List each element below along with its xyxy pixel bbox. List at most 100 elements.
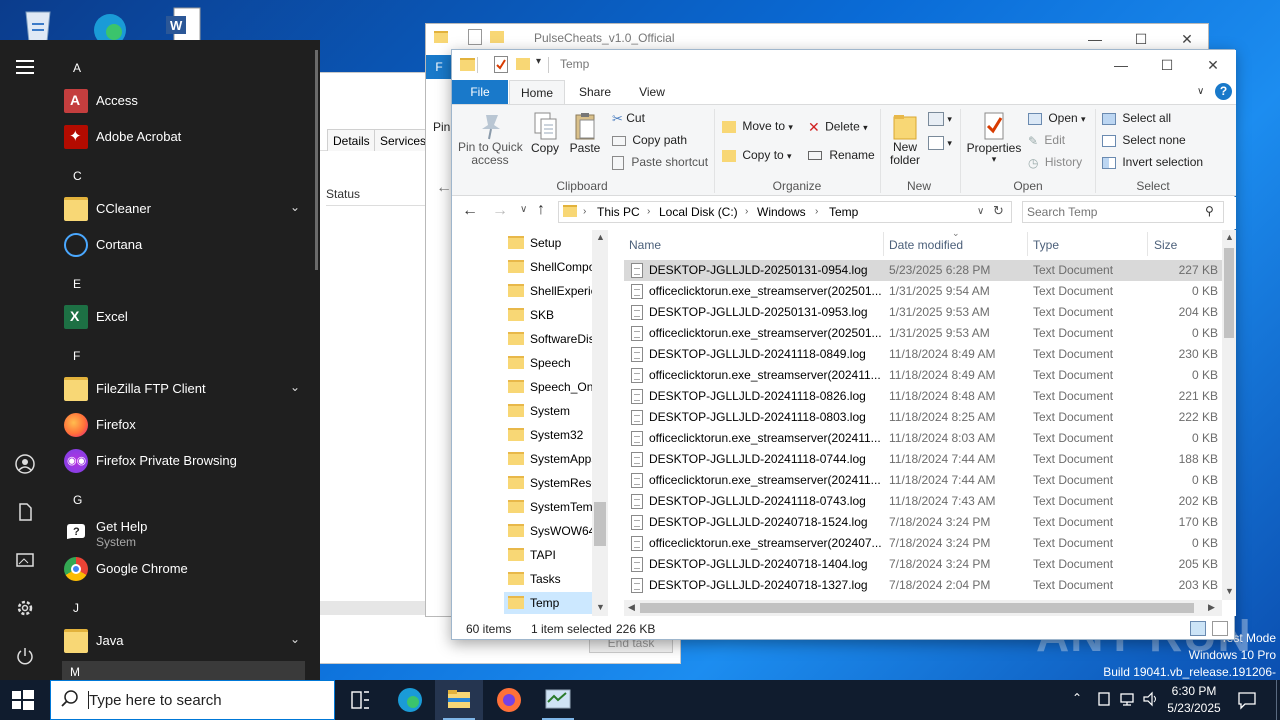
new-item-button[interactable]: ▾ [928,111,952,126]
scroll-thumb[interactable] [1224,248,1234,338]
select-none-button[interactable]: Select none [1102,133,1186,147]
column-header-name[interactable]: Name [629,238,661,252]
device-icon[interactable] [1096,691,1112,710]
taskbar-file-explorer[interactable] [435,680,483,720]
edit-button[interactable]: ✎ Edit [1028,133,1065,148]
start-button[interactable] [12,690,34,713]
select-all-button[interactable]: Select all [1102,111,1171,125]
nav-item-speech-one[interactable]: Speech_One [508,376,592,398]
table-row[interactable]: DESKTOP-JGLLJLD-20250131-0953.log 1/31/20… [624,302,1222,323]
refresh-icon[interactable]: ↻ [993,203,1004,219]
tab-details[interactable]: Details [327,129,376,151]
show-desktop-button[interactable] [1276,680,1280,720]
chevron-down-icon[interactable]: ⌄ [290,632,300,646]
properties-button[interactable]: Properties ▾ [966,111,1022,164]
navigation-pane[interactable]: Setup ShellCompo ShellExperie SKB Softwa… [452,230,608,616]
taskbar-firefox[interactable] [485,680,533,720]
search-icon[interactable]: ⚲ [1205,204,1214,218]
paste-button[interactable]: Paste [568,111,602,155]
breadcrumb-this-pc[interactable]: This PC [597,205,640,219]
app-firefox[interactable]: Firefox [62,407,306,443]
back-arrow-icon[interactable]: ← [462,202,478,220]
app-google-chrome[interactable]: Google Chrome [62,551,306,587]
scroll-down-icon[interactable]: ▼ [1225,586,1234,596]
table-row[interactable]: officeclicktorun.exe_streamserver(202411… [624,365,1222,386]
hamburger-menu-icon[interactable] [16,60,34,74]
app-cortana[interactable]: Cortana [62,227,306,263]
nav-item-temp[interactable]: Temp [504,592,592,614]
scroll-down-icon[interactable]: ▼ [596,602,605,612]
nav-item-skb[interactable]: SKB [508,304,592,326]
recent-locations-icon[interactable]: ∨ [520,204,527,215]
notification-center-icon[interactable] [1237,690,1257,713]
column-header-date-modified[interactable]: Date modified [889,238,963,252]
chevron-down-icon[interactable]: ⌄ [290,200,300,214]
breadcrumb-chevron-icon[interactable]: › [647,206,650,217]
table-row[interactable]: DESKTOP-JGLLJLD-20240718-1327.log 7/18/20… [624,575,1222,596]
scroll-left-icon[interactable]: ◀ [628,602,635,613]
cut-button[interactable]: ✂ Cut [612,111,645,127]
tab-home[interactable]: Home [509,80,565,104]
table-row[interactable]: DESKTOP-JGLLJLD-20241118-0803.log 11/18/2… [624,407,1222,428]
settings-gear-icon[interactable] [15,598,35,618]
tab-view[interactable]: View [624,80,680,104]
history-button[interactable]: ◷ History [1028,155,1082,170]
app-get-help[interactable]: ? Get Help System [62,515,306,551]
large-icons-view-icon[interactable] [1212,621,1228,636]
new-folder-button[interactable]: New folder [886,111,924,167]
properties-quick-icon[interactable] [494,56,508,73]
table-row[interactable]: DESKTOP-JGLLJLD-20240718-1524.log 7/18/20… [624,512,1222,533]
nav-item-softwaredis[interactable]: SoftwareDis [508,328,592,350]
scroll-right-icon[interactable]: ▶ [1208,602,1215,613]
scroll-thumb[interactable] [594,502,606,546]
open-button[interactable]: Open ▾ [1028,111,1086,125]
pin-button-label[interactable]: Pin [433,120,450,134]
pictures-icon[interactable] [15,550,35,570]
details-view-icon[interactable] [1190,621,1206,636]
breadcrumb-windows[interactable]: Windows [757,205,806,219]
recycle-bin-icon[interactable] [18,4,58,44]
close-button[interactable]: ✕ [1190,50,1236,80]
nav-item-shellcompo[interactable]: ShellCompo [508,256,592,278]
app-access[interactable]: A Access [62,83,306,119]
customize-quick-access-icon[interactable]: ▾ [536,56,541,67]
power-icon[interactable] [15,646,35,666]
start-menu-scrollbar[interactable] [315,50,318,270]
show-hidden-icons-chevron[interactable]: ⌃ [1072,691,1082,705]
documents-icon[interactable] [15,502,35,522]
explorer-window-temp[interactable]: ▾ Temp — ☐ ✕ File Home Share View ∨ ? Pi… [451,49,1236,640]
table-row[interactable]: DESKTOP-JGLLJLD-20241118-0743.log 11/18/2… [624,491,1222,512]
start-menu[interactable]: A A Access ✦ Adobe Acrobat C CCleaner ⌄ … [0,40,320,680]
group-letter-f[interactable]: F [73,349,80,363]
group-letter-a[interactable]: A [73,61,81,75]
tab-services[interactable]: Services [374,129,433,151]
table-row[interactable]: DESKTOP-JGLLJLD-20240718-1404.log 7/18/20… [624,554,1222,575]
copy-to-button[interactable]: Copy to ▾ [722,148,792,162]
easy-access-button[interactable]: ▾ [928,135,952,150]
breadcrumb-chevron-icon[interactable]: › [745,206,748,217]
file-tab[interactable]: F [426,55,452,79]
address-bar[interactable]: › This PC › Local Disk (C:) › Windows › … [558,201,1012,223]
user-account-icon[interactable] [15,454,35,474]
help-icon[interactable]: ? [1215,83,1232,100]
scroll-up-icon[interactable]: ▲ [596,232,605,242]
nav-item-systemapps[interactable]: SystemApps [508,448,592,470]
table-row[interactable]: officeclicktorun.exe_streamserver(202407… [624,533,1222,554]
table-row[interactable]: DESKTOP-JGLLJLD-20241118-0849.log 11/18/2… [624,344,1222,365]
expand-ribbon-icon[interactable]: ∨ [1197,86,1204,97]
app-excel[interactable]: X Excel [62,299,306,335]
table-row[interactable]: officeclicktorun.exe_streamserver(202411… [624,428,1222,449]
network-icon[interactable] [1119,691,1137,710]
tab-share[interactable]: Share [566,80,624,104]
group-letter-g[interactable]: G [73,493,82,507]
back-arrow-icon[interactable]: ← [436,179,452,197]
table-row[interactable]: officeclicktorun.exe_streamserver(202501… [624,323,1222,344]
nav-item-system32[interactable]: System32 [508,424,592,446]
search-input[interactable] [1027,204,1197,220]
nav-item-syswow64[interactable]: SysWOW64 [508,520,592,542]
taskbar-clock[interactable]: 6:30 PM 5/23/2025 [1160,683,1228,717]
delete-button[interactable]: ✕ Delete ▾ [808,119,868,136]
search-box[interactable]: ⚲ [1022,201,1224,223]
paste-shortcut-button[interactable]: Paste shortcut [612,155,708,170]
address-dropdown-icon[interactable]: ∨ [977,206,984,217]
